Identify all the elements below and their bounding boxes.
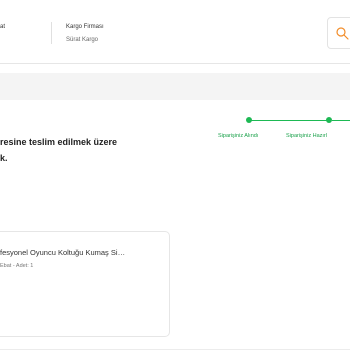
delivery-message-line2: k.	[0, 153, 8, 163]
track-search-button[interactable]	[327, 17, 350, 49]
tracker-step-label-preparing: Siparişiniz Hazırl	[286, 133, 327, 139]
search-icon	[336, 27, 349, 40]
product-meta: Ebat - Adet: 1	[0, 263, 34, 269]
product-card[interactable]	[0, 231, 170, 337]
tracker-line	[250, 120, 330, 121]
tracker-step-dot-preparing	[326, 117, 332, 123]
info-divider	[51, 22, 52, 44]
shipment-left-label: at	[0, 24, 6, 30]
tracker-line-next	[332, 120, 350, 121]
shipment-info-card	[0, 0, 350, 64]
delivery-message-line1: resine teslim edilmek üzere	[0, 137, 118, 147]
section-separator	[0, 73, 350, 100]
product-name[interactable]: fesyonel Oyuncu Koltuğu Kumaş Si…	[0, 248, 125, 257]
tracker-step-dot-received	[246, 117, 252, 123]
cargo-company-label: Kargo Firması	[66, 24, 104, 30]
cargo-company-value: Sürat Kargo	[66, 37, 99, 43]
tracker-step-label-received: Siparişiniz Alındı	[218, 133, 259, 139]
